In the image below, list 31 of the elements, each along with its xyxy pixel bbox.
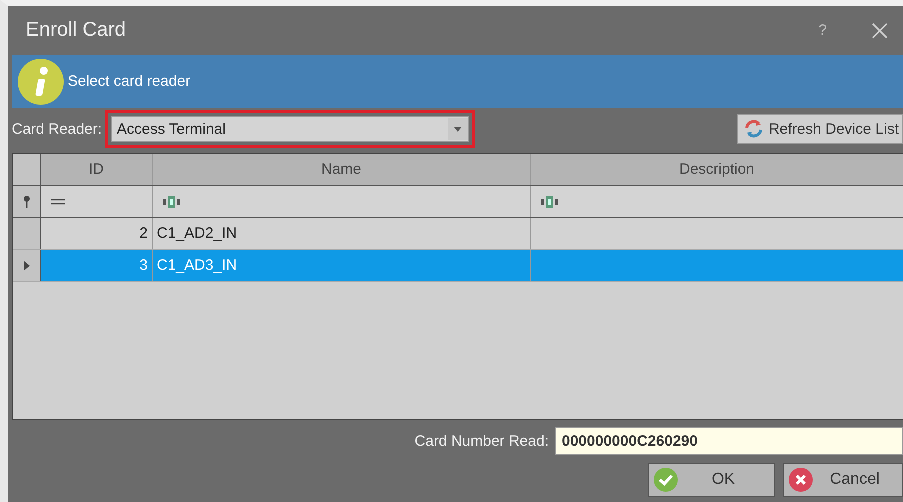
filter-cell[interactable] — [41, 186, 153, 217]
close-icon[interactable] — [871, 22, 889, 40]
filter-cell[interactable] — [531, 186, 903, 217]
info-icon — [18, 58, 64, 104]
card-number-label: Card Number Read: — [414, 432, 549, 450]
info-message: Select card reader — [68, 73, 191, 90]
pin-icon — [22, 196, 30, 208]
card-reader-label: Card Reader: — [12, 120, 102, 138]
card-reader-dropdown[interactable]: Access Terminal — [111, 116, 470, 142]
cross-icon — [789, 468, 813, 492]
column-header[interactable]: ID — [41, 154, 153, 185]
check-icon — [654, 468, 678, 492]
id-cell: 3 — [140, 257, 148, 274]
filter-cell[interactable] — [153, 186, 531, 217]
id-cell: 2 — [140, 225, 148, 242]
device-row[interactable]: 2 C1_AD2_IN — [13, 218, 903, 250]
caret-icon — [448, 118, 468, 140]
name-cell: C1_AD2_IN — [157, 225, 238, 242]
column-header[interactable]: Description — [531, 154, 903, 185]
column-header[interactable]: Name — [153, 154, 531, 185]
card-number-field[interactable]: 000000000C260290 — [555, 427, 903, 455]
ok-button[interactable]: OK — [648, 463, 775, 497]
text-filter-icon — [541, 196, 559, 208]
refresh-button[interactable]: Refresh Device List — [736, 114, 903, 144]
equals-icon — [51, 198, 65, 206]
text-filter-icon — [163, 196, 181, 208]
cancel-button[interactable]: Cancel — [783, 463, 903, 497]
window-title: Enroll Card — [26, 19, 126, 42]
row-pointer-icon — [24, 260, 30, 270]
name-cell: C1_AD3_IN — [157, 257, 238, 274]
refresh-icon — [744, 119, 764, 139]
